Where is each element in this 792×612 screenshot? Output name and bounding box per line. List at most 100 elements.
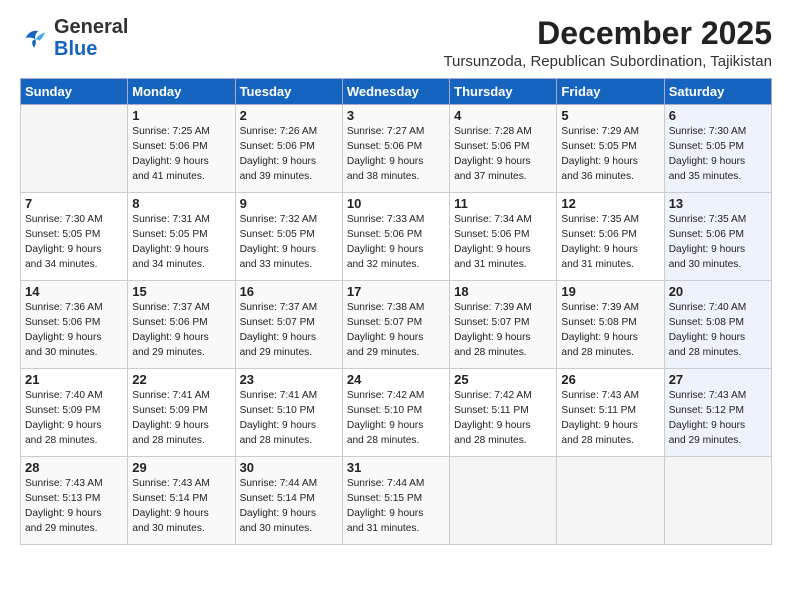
day-info: Sunrise: 7:39 AM Sunset: 5:08 PM Dayligh… <box>561 301 659 360</box>
calendar-cell: 25Sunrise: 7:42 AM Sunset: 5:11 PM Dayli… <box>450 369 557 457</box>
day-info: Sunrise: 7:37 AM Sunset: 5:07 PM Dayligh… <box>240 301 338 360</box>
day-info: Sunrise: 7:29 AM Sunset: 5:05 PM Dayligh… <box>561 125 659 184</box>
calendar-cell: 26 Sunrise: 7:43 AM Sunset: 5:11 PM Dayli… <box>557 369 664 457</box>
calendar-cell: 11 Sunrise: 7:34 AM Sunset: 5:06 PM Dayli… <box>450 193 557 281</box>
calendar-cell: 27 Sunrise: 7:43 AM Sunset: 5:12 PM Dayli… <box>664 369 771 457</box>
day-info: Sunrise: 7:43 AM Sunset: 5:12 PM Dayligh… <box>669 389 767 448</box>
day-number: 24 <box>347 372 445 387</box>
logo-bird-icon <box>20 24 48 52</box>
day-info: Sunrise: 7:44 AM Sunset: 5:14 PM Dayligh… <box>240 477 338 536</box>
day-number: 6 <box>669 108 767 123</box>
day-number: 27 <box>669 372 767 387</box>
calendar-week-1: 1 Sunrise: 7:25 AM Sunset: 5:06 PM Daylig… <box>21 105 772 193</box>
calendar-cell: 3Sunrise: 7:27 AM Sunset: 5:06 PM Daylig… <box>342 105 449 193</box>
day-info: Sunrise: 7:34 AM Sunset: 5:06 PM Dayligh… <box>454 213 552 272</box>
day-info: Sunrise: 7:41 AM Sunset: 5:09 PM Dayligh… <box>132 389 230 448</box>
day-info: Sunrise: 7:30 AM Sunset: 5:05 PM Dayligh… <box>25 213 123 272</box>
calendar-cell: 17 Sunrise: 7:38 AM Sunset: 5:07 PM Dayli… <box>342 281 449 369</box>
day-number: 12 <box>561 196 659 211</box>
day-info: Sunrise: 7:37 AM Sunset: 5:06 PM Dayligh… <box>132 301 230 360</box>
day-info: Sunrise: 7:28 AM Sunset: 5:06 PM Dayligh… <box>454 125 552 184</box>
title-area: December 2025 Tursunzoda, Republican Sub… <box>443 16 772 70</box>
day-number: 26 <box>561 372 659 387</box>
header-area: General Blue December 2025 Tursunzoda, R… <box>20 16 772 70</box>
calendar-cell: 2 Sunrise: 7:26 AM Sunset: 5:06 PM Daylig… <box>235 105 342 193</box>
day-info: Sunrise: 7:33 AM Sunset: 5:06 PM Dayligh… <box>347 213 445 272</box>
day-number: 10 <box>347 196 445 211</box>
day-info: Sunrise: 7:30 AM Sunset: 5:05 PM Dayligh… <box>669 125 767 184</box>
calendar-cell <box>21 105 128 193</box>
calendar-cell: 14 Sunrise: 7:36 AM Sunset: 5:06 PM Dayli… <box>21 281 128 369</box>
day-info: Sunrise: 7:31 AM Sunset: 5:05 PM Dayligh… <box>132 213 230 272</box>
calendar-cell: 24 Sunrise: 7:42 AM Sunset: 5:10 PM Dayli… <box>342 369 449 457</box>
calendar-cell: 29 Sunrise: 7:43 AM Sunset: 5:14 PM Dayli… <box>128 457 235 545</box>
calendar-cell <box>557 457 664 545</box>
day-info: Sunrise: 7:26 AM Sunset: 5:06 PM Dayligh… <box>240 125 338 184</box>
day-number: 14 <box>25 284 123 299</box>
day-number: 9 <box>240 196 338 211</box>
day-number: 20 <box>669 284 767 299</box>
day-info: Sunrise: 7:25 AM Sunset: 5:06 PM Dayligh… <box>132 125 230 184</box>
calendar-week-3: 14 Sunrise: 7:36 AM Sunset: 5:06 PM Dayli… <box>21 281 772 369</box>
calendar-cell: 23 Sunrise: 7:41 AM Sunset: 5:10 PM Dayli… <box>235 369 342 457</box>
day-number: 2 <box>240 108 338 123</box>
day-number: 17 <box>347 284 445 299</box>
day-number: 22 <box>132 372 230 387</box>
header-sunday: Sunday <box>21 79 128 105</box>
day-info: Sunrise: 7:43 AM Sunset: 5:11 PM Dayligh… <box>561 389 659 448</box>
day-info: Sunrise: 7:38 AM Sunset: 5:07 PM Dayligh… <box>347 301 445 360</box>
calendar-cell: 7 Sunrise: 7:30 AM Sunset: 5:05 PM Daylig… <box>21 193 128 281</box>
day-number: 25 <box>454 372 552 387</box>
header-friday: Friday <box>557 79 664 105</box>
day-info: Sunrise: 7:40 AM Sunset: 5:08 PM Dayligh… <box>669 301 767 360</box>
logo-blue: Blue <box>54 38 97 60</box>
calendar-cell: 9Sunrise: 7:32 AM Sunset: 5:05 PM Daylig… <box>235 193 342 281</box>
location-subtitle: Tursunzoda, Republican Subordination, Ta… <box>443 53 772 70</box>
calendar-week-5: 28Sunrise: 7:43 AM Sunset: 5:13 PM Dayli… <box>21 457 772 545</box>
calendar-cell: 19Sunrise: 7:39 AM Sunset: 5:08 PM Dayli… <box>557 281 664 369</box>
calendar-table: Sunday Monday Tuesday Wednesday Thursday… <box>20 78 772 545</box>
day-number: 7 <box>25 196 123 211</box>
calendar-cell: 31 Sunrise: 7:44 AM Sunset: 5:15 PM Dayli… <box>342 457 449 545</box>
calendar-cell: 10 Sunrise: 7:33 AM Sunset: 5:06 PM Dayli… <box>342 193 449 281</box>
calendar-cell: 6 Sunrise: 7:30 AM Sunset: 5:05 PM Daylig… <box>664 105 771 193</box>
weekday-header-row: Sunday Monday Tuesday Wednesday Thursday… <box>21 79 772 105</box>
header-saturday: Saturday <box>664 79 771 105</box>
calendar-cell <box>664 457 771 545</box>
logo-general: General <box>54 16 128 38</box>
calendar-week-2: 7 Sunrise: 7:30 AM Sunset: 5:05 PM Daylig… <box>21 193 772 281</box>
calendar-cell: 20 Sunrise: 7:40 AM Sunset: 5:08 PM Dayli… <box>664 281 771 369</box>
header-wednesday: Wednesday <box>342 79 449 105</box>
calendar-cell <box>450 457 557 545</box>
day-number: 31 <box>347 460 445 475</box>
day-number: 3 <box>347 108 445 123</box>
day-number: 15 <box>132 284 230 299</box>
day-number: 1 <box>132 108 230 123</box>
day-info: Sunrise: 7:44 AM Sunset: 5:15 PM Dayligh… <box>347 477 445 536</box>
day-number: 11 <box>454 196 552 211</box>
day-number: 23 <box>240 372 338 387</box>
calendar-body: 1 Sunrise: 7:25 AM Sunset: 5:06 PM Daylig… <box>21 105 772 545</box>
day-number: 16 <box>240 284 338 299</box>
day-info: Sunrise: 7:40 AM Sunset: 5:09 PM Dayligh… <box>25 389 123 448</box>
logo-text: General Blue <box>54 16 128 60</box>
calendar-cell: 28Sunrise: 7:43 AM Sunset: 5:13 PM Dayli… <box>21 457 128 545</box>
day-number: 29 <box>132 460 230 475</box>
header-thursday: Thursday <box>450 79 557 105</box>
calendar-cell: 22 Sunrise: 7:41 AM Sunset: 5:09 PM Dayli… <box>128 369 235 457</box>
day-number: 4 <box>454 108 552 123</box>
day-info: Sunrise: 7:43 AM Sunset: 5:14 PM Dayligh… <box>132 477 230 536</box>
day-number: 18 <box>454 284 552 299</box>
day-info: Sunrise: 7:41 AM Sunset: 5:10 PM Dayligh… <box>240 389 338 448</box>
logo: General Blue <box>20 16 128 60</box>
calendar-week-4: 21Sunrise: 7:40 AM Sunset: 5:09 PM Dayli… <box>21 369 772 457</box>
day-info: Sunrise: 7:35 AM Sunset: 5:06 PM Dayligh… <box>669 213 767 272</box>
header-monday: Monday <box>128 79 235 105</box>
day-info: Sunrise: 7:42 AM Sunset: 5:10 PM Dayligh… <box>347 389 445 448</box>
day-number: 30 <box>240 460 338 475</box>
calendar-cell: 5Sunrise: 7:29 AM Sunset: 5:05 PM Daylig… <box>557 105 664 193</box>
header-tuesday: Tuesday <box>235 79 342 105</box>
day-info: Sunrise: 7:36 AM Sunset: 5:06 PM Dayligh… <box>25 301 123 360</box>
day-number: 13 <box>669 196 767 211</box>
calendar-cell: 4 Sunrise: 7:28 AM Sunset: 5:06 PM Daylig… <box>450 105 557 193</box>
